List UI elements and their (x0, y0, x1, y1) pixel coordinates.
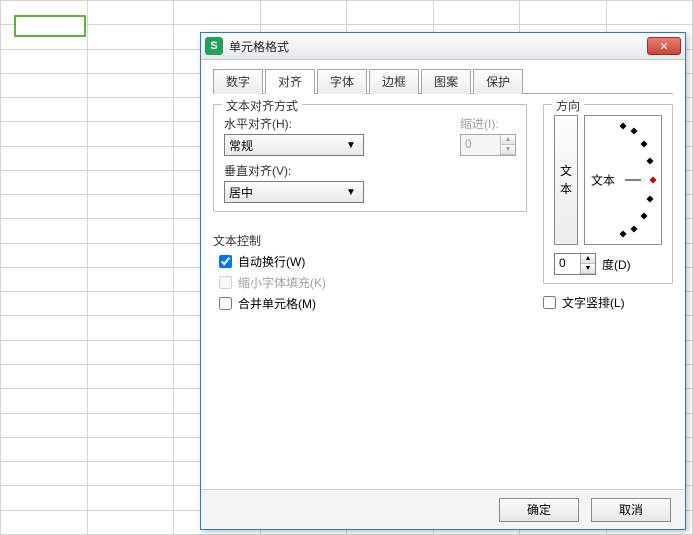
spinner-up-icon[interactable]: ▲ (581, 254, 595, 264)
text-control-group: 文本控制 自动换行(W) 缩小字体填充(K) 合并单元格(M) (213, 222, 527, 324)
vertical-layout-row[interactable]: 文字竖排(L) (543, 294, 673, 311)
merge-cells-row[interactable]: 合并单元格(M) (219, 295, 517, 312)
chevron-down-icon: ▼ (343, 140, 359, 151)
shrink-fit-checkbox (219, 276, 232, 289)
indent-label: 缩进(I): (460, 115, 516, 132)
vertical-align-combo[interactable]: 居中 ▼ (224, 181, 364, 203)
horizontal-align-combo[interactable]: 常规 ▼ (224, 134, 364, 156)
chevron-down-icon: ▼ (343, 187, 359, 198)
tab-pattern[interactable]: 图案 (421, 69, 471, 94)
tab-protection[interactable]: 保护 (473, 69, 523, 94)
tab-number[interactable]: 数字 (213, 69, 263, 94)
horizontal-align-label: 水平对齐(H): (224, 115, 452, 132)
dialog-footer: 确定 取消 (201, 489, 685, 529)
tab-border[interactable]: 边框 (369, 69, 419, 94)
dialog-titlebar[interactable]: S 单元格格式 ✕ (201, 33, 685, 60)
active-cell[interactable] (14, 15, 86, 37)
spinner-up-icon: ▲ (501, 135, 515, 145)
merge-cells-checkbox[interactable] (219, 297, 232, 310)
wrap-text-checkbox[interactable] (219, 255, 232, 268)
cancel-button[interactable]: 取消 (591, 498, 671, 522)
vertical-text-button[interactable]: 文本 (554, 115, 578, 245)
text-alignment-group: 文本对齐方式 水平对齐(H): 常规 ▼ 缩进(I): (213, 104, 527, 212)
app-icon: S (205, 37, 223, 55)
ok-button[interactable]: 确定 (499, 498, 579, 522)
wrap-text-row[interactable]: 自动换行(W) (219, 253, 517, 270)
shrink-fit-row: 缩小字体填充(K) (219, 274, 517, 291)
orientation-dial[interactable]: 文本 (584, 115, 662, 245)
vertical-layout-checkbox[interactable] (543, 296, 556, 309)
close-button[interactable]: ✕ (647, 37, 681, 55)
indent-spinner: 0 ▲▼ (460, 134, 516, 156)
vertical-align-label: 垂直对齐(V): (224, 162, 516, 179)
text-control-legend: 文本控制 (213, 232, 517, 249)
spinner-down-icon: ▼ (501, 145, 515, 155)
text-alignment-legend: 文本对齐方式 (222, 97, 302, 114)
tab-strip: 数字 对齐 字体 边框 图案 保护 (213, 68, 673, 94)
degree-spinner[interactable]: 0 ▲▼ (554, 253, 596, 275)
orientation-legend: 方向 (552, 97, 584, 114)
degree-label: 度(D) (602, 256, 631, 273)
cell-format-dialog: S 单元格格式 ✕ 数字 对齐 字体 边框 图案 保护 文本对齐方式 水平对齐(… (200, 32, 686, 530)
tab-alignment[interactable]: 对齐 (265, 69, 315, 94)
spinner-down-icon[interactable]: ▼ (581, 264, 595, 274)
orientation-group: 方向 文本 文本 (543, 104, 673, 284)
tab-font[interactable]: 字体 (317, 69, 367, 94)
dialog-title: 单元格格式 (229, 38, 647, 55)
